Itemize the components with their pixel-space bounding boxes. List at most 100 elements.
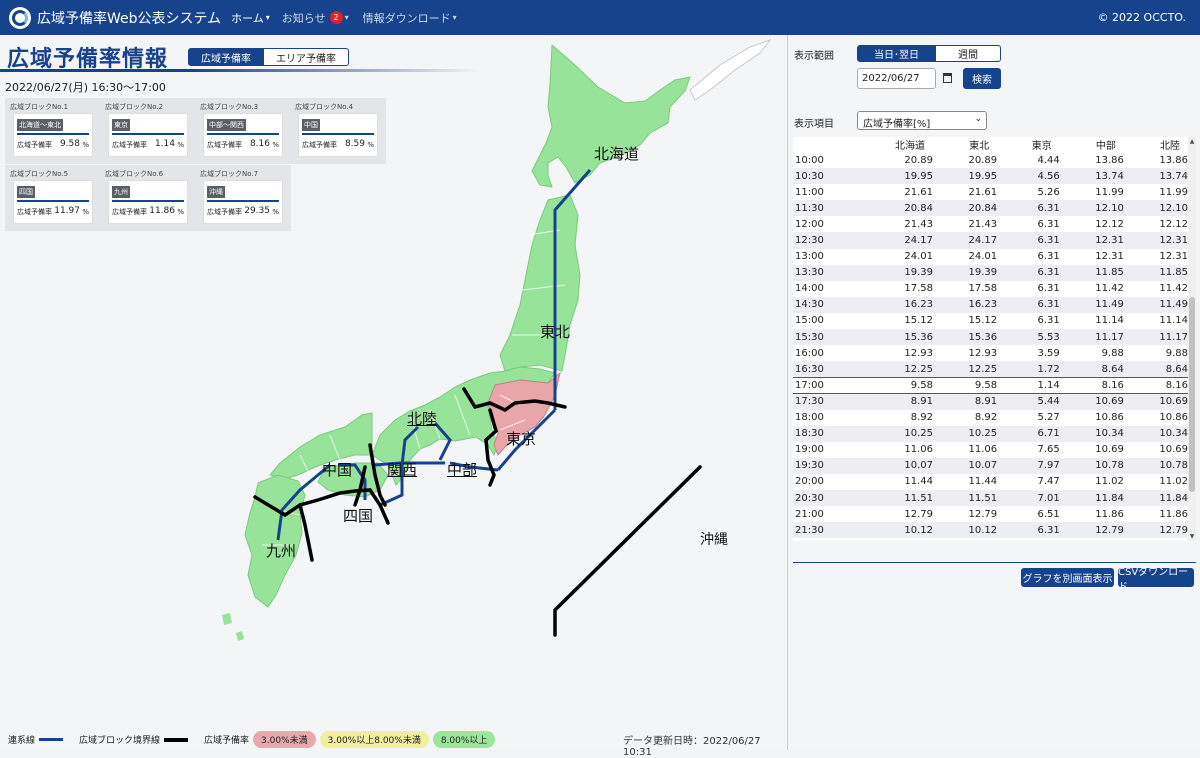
table-row[interactable]: 17:00 9.58 9.58 1.14 8.16 8.16 <box>793 376 1188 394</box>
occto-logo[interactable] <box>9 6 31 29</box>
rate-cell: 10.07 <box>848 457 934 474</box>
tohoku-area[interactable] <box>499 194 581 372</box>
rate-table[interactable]: 北海道 東北 東京 中部 北陸 10:00 20.89 20.89 4.44 13.86 13.8… <box>793 137 1188 541</box>
label-okinawa[interactable]: 沖縄 <box>700 529 728 549</box>
rate-cell: 11.14 <box>1059 312 1124 330</box>
legend-interconnect-swatch <box>39 738 64 741</box>
calendar-icon[interactable] <box>943 73 952 83</box>
label-shikoku[interactable]: 四国 <box>343 505 373 526</box>
table-row[interactable]: 19:00 11.06 11.06 7.65 10.69 10.69 <box>793 441 1188 458</box>
search-button[interactable]: 検索 <box>963 68 1001 89</box>
label-tohoku[interactable]: 東北 <box>540 321 570 342</box>
rate-cell: 6.51 <box>997 506 1060 523</box>
nav-download-label: 情報ダウンロード <box>362 11 451 25</box>
nav-home[interactable]: ホーム ▾ <box>231 10 270 26</box>
table-row[interactable]: 10:00 20.89 20.89 4.44 13.86 13.86 <box>793 152 1188 169</box>
time-cell: 21:30 <box>793 522 848 539</box>
range-label: 表示範囲 <box>794 51 834 62</box>
scroll-up-icon[interactable]: ▲ <box>1188 138 1196 145</box>
rate-cell: 5.27 <box>997 409 1060 426</box>
tab-area-rate[interactable]: エリア予備率 <box>264 48 349 66</box>
rate-cell: 9.88 <box>1059 345 1124 362</box>
table-row[interactable]: 11:30 20.84 20.84 6.31 12.10 12.10 <box>793 200 1188 217</box>
scroll-down-icon[interactable]: ▼ <box>1188 533 1196 540</box>
rate-cell: 10.34 <box>1123 425 1188 442</box>
rate-cell: 8.16 <box>1123 376 1188 394</box>
table-row[interactable]: 15:00 15.12 15.12 6.31 11.14 11.14 <box>793 312 1188 330</box>
csv-download-button[interactable]: CSVダウンロード <box>1118 567 1194 593</box>
label-hokkaido[interactable]: 北海道 <box>594 143 639 164</box>
rate-cell: 12.12 <box>1123 216 1188 233</box>
nav-notices[interactable]: お知らせ 2 ▾ <box>282 10 349 26</box>
item-select[interactable]: 広域予備率[%] ⌄ <box>857 111 987 130</box>
rate-cell: 11.84 <box>1123 489 1188 507</box>
rate-cell: 6.31 <box>997 216 1060 233</box>
table-row[interactable]: 13:00 24.01 24.01 6.31 12.31 12.31 <box>793 248 1188 265</box>
tab-wide-area-rate[interactable]: 広域予備率 <box>188 48 264 66</box>
rate-cell: 6.71 <box>997 425 1060 442</box>
date-field[interactable]: 2022/06/27 <box>857 68 936 89</box>
rate-cell: 20.84 <box>933 200 998 217</box>
map-panel: 北海道 東北 北陸 東京 中部 関西 中国 四国 九州 沖縄 広域予備率情報 広… <box>0 35 787 758</box>
table-row[interactable]: 16:00 12.93 12.93 3.59 9.88 9.88 <box>793 345 1188 362</box>
rate-cell: 7.97 <box>997 457 1060 474</box>
table-row[interactable]: 12:00 21.43 21.43 6.31 12.12 12.12 <box>793 216 1188 233</box>
table-row[interactable]: 19:30 10.07 10.07 7.97 10.78 10.78 <box>793 457 1188 474</box>
block-rate-unit: % <box>367 141 374 149</box>
nav-download[interactable]: 情報ダウンロード ▾ <box>363 10 457 26</box>
rate-cell: 12.31 <box>1059 248 1124 265</box>
block-card[interactable]: 広域ブロックNo.1 北海道～東北 広域予備率 9.58% <box>5 98 101 164</box>
block-card[interactable]: 広域ブロックNo.2 東京 広域予備率 1.14% <box>100 98 196 164</box>
table-row[interactable]: 14:00 17.58 17.58 6.31 11.42 11.42 <box>793 280 1188 297</box>
block-name: 中部～関西 <box>207 119 246 131</box>
table-row[interactable]: 17:30 8.91 8.91 5.44 10.69 10.69 <box>793 393 1188 410</box>
table-row[interactable]: 20:30 11.51 11.51 7.01 11.84 11.84 <box>793 489 1188 507</box>
rate-cell: 11.85 <box>1123 264 1188 281</box>
table-row[interactable]: 10:30 19.95 19.95 4.56 13.74 13.74 <box>793 168 1188 185</box>
table-row[interactable]: 11:00 21.61 21.61 5.26 11.99 11.99 <box>793 184 1188 201</box>
block-no: 広域ブロックNo.1 <box>10 103 69 111</box>
label-kansai[interactable]: 関西 <box>387 459 417 480</box>
table-row[interactable]: 20:00 11.44 11.44 7.47 11.02 11.02 <box>793 473 1188 490</box>
table-row[interactable]: 18:00 8.92 8.92 5.27 10.86 10.86 <box>793 409 1188 426</box>
open-graph-button[interactable]: グラフを別画面表示 <box>1021 568 1114 587</box>
rate-cell: 11.17 <box>1123 329 1188 346</box>
scrollbar-thumb[interactable] <box>1189 297 1195 492</box>
rate-cell: 10.69 <box>1123 441 1188 458</box>
block-card[interactable]: 広域ブロックNo.6 九州 広域予備率 11.86% <box>100 165 196 231</box>
table-row[interactable]: 18:30 10.25 10.25 6.71 10.34 10.34 <box>793 425 1188 442</box>
table-row[interactable]: 12:30 24.17 24.17 6.31 12.31 12.31 <box>793 232 1188 249</box>
label-chugoku[interactable]: 中国 <box>322 459 352 480</box>
tab-weekly[interactable]: 週間 <box>936 45 1001 62</box>
label-hokuriku[interactable]: 北陸 <box>407 408 437 429</box>
block-card[interactable]: 広域ブロックNo.3 中部～関西 広域予備率 8.16% <box>195 98 291 164</box>
hokkaido-area[interactable] <box>531 43 691 188</box>
label-kyushu[interactable]: 九州 <box>266 540 296 561</box>
table-row[interactable]: 16:30 12.25 12.25 1.72 8.64 8.64 <box>793 361 1188 378</box>
rate-cell: 11.44 <box>933 473 998 490</box>
table-row[interactable]: 15:30 15.36 15.36 5.53 11.17 11.17 <box>793 329 1188 346</box>
app-title[interactable]: 広域予備率Web公表システム <box>37 8 221 28</box>
rate-cell: 11.17 <box>1059 329 1124 346</box>
label-tokyo[interactable]: 東京 <box>506 428 536 449</box>
table-scrollbar[interactable]: ▲ ▼ <box>1188 137 1196 541</box>
rate-cell: 8.64 <box>1123 361 1188 378</box>
rate-cell: 12.79 <box>848 506 934 523</box>
block-no: 広域ブロックNo.6 <box>105 170 164 178</box>
table-row[interactable]: 13:30 19.39 19.39 6.31 11.85 11.85 <box>793 264 1188 281</box>
table-row[interactable]: 14:30 16.23 16.23 6.31 11.49 11.49 <box>793 296 1188 313</box>
rate-cell: 10.12 <box>848 522 934 539</box>
rate-cell: 19.95 <box>933 168 998 185</box>
table-row[interactable]: 21:00 12.79 12.79 6.51 11.86 11.86 <box>793 506 1188 523</box>
rate-cell: 11.49 <box>1059 296 1124 313</box>
block-card[interactable]: 広域ブロックNo.4 中国 広域予備率 8.59% <box>290 98 386 164</box>
label-chubu[interactable]: 中部 <box>447 459 477 480</box>
legend-range-low: 3.00%未満 <box>253 731 316 748</box>
tab-today-tomorrow[interactable]: 当日･翌日 <box>857 45 936 62</box>
block-card[interactable]: 広域ブロックNo.5 四国 広域予備率 11.97% <box>5 165 101 231</box>
rate-cell: 12.25 <box>848 361 934 378</box>
rate-cell: 1.72 <box>997 361 1060 378</box>
block-card[interactable]: 広域ブロックNo.7 沖縄 広域予備率 29.35% <box>195 165 291 231</box>
rate-cell: 8.64 <box>1059 361 1124 378</box>
table-row[interactable]: 21:30 10.12 10.12 6.31 12.79 12.79 <box>793 522 1188 539</box>
